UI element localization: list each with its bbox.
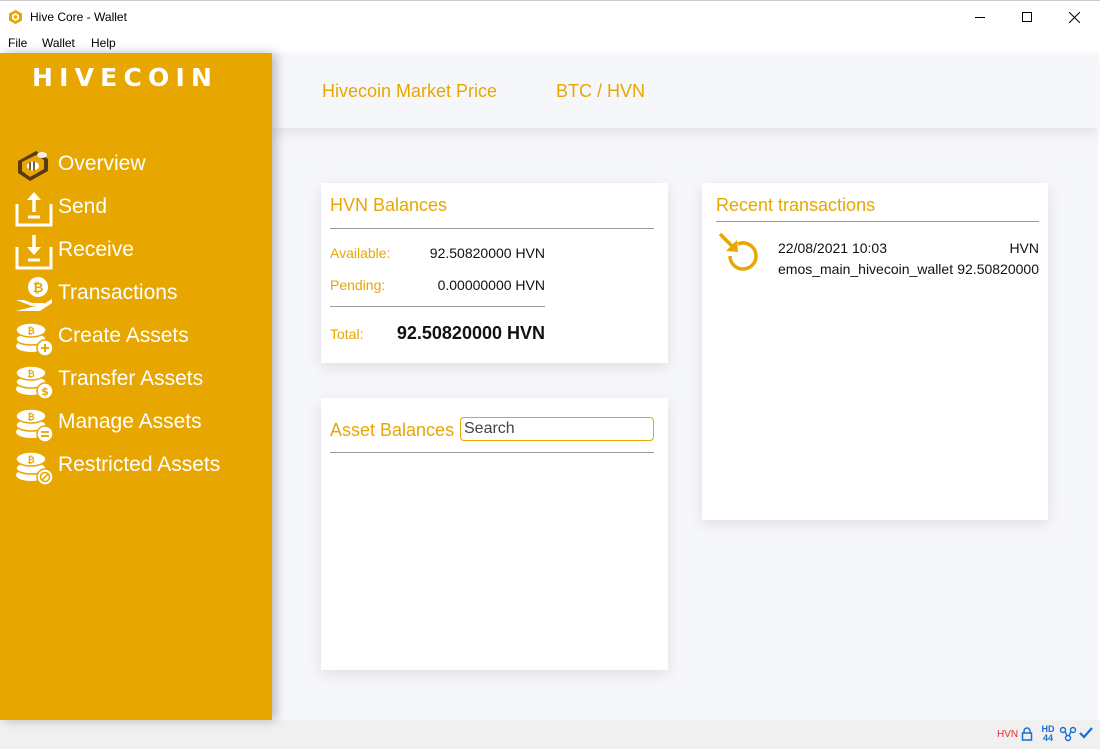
close-icon	[1068, 11, 1080, 23]
sidebar-item-overview[interactable]: Overview	[14, 147, 264, 185]
coins-restricted-icon: ₿	[15, 451, 54, 486]
sidebar-item-label: Send	[58, 195, 108, 218]
balances-title: HVN Balances	[330, 195, 448, 215]
window-title: Hive Core - Wallet	[30, 10, 127, 24]
divider	[330, 228, 654, 229]
divider	[330, 306, 545, 307]
sidebar-item-transactions[interactable]: ₿ Transactions	[14, 276, 264, 314]
pending-label: Pending:	[330, 277, 386, 293]
transaction-date: 22/08/2021 10:03	[778, 240, 887, 256]
display-unit-label[interactable]: HVN	[997, 729, 1018, 740]
sidebar-item-label: Overview	[58, 152, 146, 175]
pending-value: 0.00000000 HVN	[437, 277, 545, 293]
sidebar-item-label: Transfer Assets	[58, 367, 204, 390]
maximize-icon	[1022, 12, 1032, 22]
pair-label: BTC / HVN	[556, 81, 646, 101]
sidebar-item-transfer-assets[interactable]: ₿ $ Transfer Assets	[14, 362, 264, 400]
close-button[interactable]	[1051, 1, 1097, 33]
sidebar-item-label: Create Assets	[58, 324, 189, 347]
svg-text:$: $	[41, 385, 49, 398]
sidebar-item-label: Receive	[58, 238, 134, 261]
total-label: Total:	[330, 326, 364, 342]
coins-transfer-icon: ₿ $	[15, 365, 54, 400]
sidebar-item-label: Restricted Assets	[58, 453, 221, 476]
svg-text:₿: ₿	[33, 281, 44, 296]
sidebar-item-restricted-assets[interactable]: ₿ Restricted Assets	[14, 448, 264, 486]
asset-balances-title: Asset Balances	[330, 420, 455, 440]
transaction-wallet: emos_main_hivecoin_wallet	[778, 261, 954, 277]
sidebar: HIVECOIN Overview Send Receive ₿ Transac…	[0, 53, 272, 720]
hd-wallet-icon: HD 44	[1038, 725, 1058, 745]
incoming-arrow-icon	[718, 232, 758, 271]
sidebar-item-label: Transactions	[58, 281, 178, 304]
total-value: 92.50820000 HVN	[396, 323, 545, 343]
coins-manage-icon: ₿	[15, 408, 54, 443]
transaction-amount: 92.50820000	[957, 261, 1039, 277]
network-connections-icon	[1059, 726, 1077, 742]
svg-text:₿: ₿	[27, 369, 34, 380]
status-bar: HVN HD 44	[0, 720, 1100, 749]
upload-tray-icon	[15, 192, 53, 227]
minimize-button[interactable]	[957, 1, 1003, 33]
minimize-icon	[975, 17, 985, 18]
sidebar-item-create-assets[interactable]: ₿ Create Assets	[14, 319, 264, 357]
transaction-unit: HVN	[1009, 240, 1039, 256]
window-titlebar: Hive Core - Wallet	[0, 0, 1100, 32]
available-value: 92.50820000 HVN	[429, 245, 545, 261]
sidebar-item-send[interactable]: Send	[14, 190, 264, 228]
coin-hand-icon: ₿	[16, 277, 52, 311]
coins-plus-icon: ₿	[15, 322, 54, 357]
market-price-label: Hivecoin Market Price	[322, 81, 498, 101]
main-content: Hivecoin Market Price BTC / HVN HVN Bala…	[272, 53, 1098, 720]
menu-bar: File Wallet Help	[0, 32, 1100, 54]
svg-text:₿: ₿	[27, 326, 34, 337]
sidebar-item-receive[interactable]: Receive	[14, 233, 264, 271]
download-tray-icon	[15, 235, 53, 270]
lock-icon	[1021, 727, 1033, 741]
transaction-row[interactable]: 22/08/2021 10:03 HVN emos_main_hivecoin_…	[702, 183, 1048, 283]
divider	[330, 452, 654, 453]
balances-card: HVN Balances Available: 92.50820000 HVN …	[321, 183, 668, 363]
sidebar-item-label: Manage Assets	[58, 410, 202, 433]
hd-sub-label: 44	[1042, 733, 1053, 743]
sidebar-item-manage-assets[interactable]: ₿ Manage Assets	[14, 405, 264, 443]
svg-text:₿: ₿	[27, 412, 34, 423]
hive-logo-icon	[9, 10, 22, 24]
hivecoin-logo: HIVECOIN	[32, 63, 219, 92]
asset-list[interactable]	[330, 456, 654, 656]
menu-wallet[interactable]: Wallet	[42, 36, 75, 50]
recent-transactions-card: Recent transactions 22/08/2021 10:03 HVN…	[702, 183, 1048, 520]
svg-text:₿: ₿	[27, 455, 34, 466]
synced-check-icon	[1079, 727, 1093, 739]
market-header: Hivecoin Market Price BTC / HVN	[272, 53, 1098, 128]
menu-help[interactable]: Help	[91, 36, 116, 50]
asset-balances-card: Asset Balances	[321, 398, 668, 670]
maximize-button[interactable]	[1004, 1, 1050, 33]
bee-hive-icon	[18, 151, 48, 181]
menu-file[interactable]: File	[8, 36, 27, 50]
asset-search-input[interactable]	[460, 417, 654, 441]
